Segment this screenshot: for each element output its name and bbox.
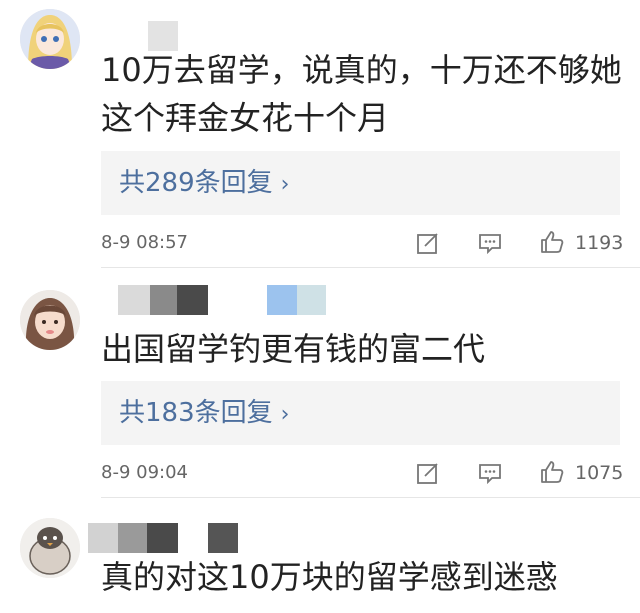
girl-photo-avatar-image (20, 290, 80, 350)
replies-label: 共289条回复 (119, 168, 273, 198)
comment-text: 10万去留学，说真的，十万还不够她这个拜金女花十个月 (101, 51, 622, 137)
badge-redacted (297, 285, 326, 315)
comment-2: 出国留学钓更有钱的富二代 共183条回复 › 8-9 09:04 1075 (0, 268, 640, 498)
edit-icon[interactable] (415, 460, 441, 486)
comment-text: 出国留学钓更有钱的富二代 (101, 330, 486, 368)
username-redacted[interactable] (118, 285, 150, 315)
username-redacted[interactable] (88, 523, 118, 553)
username-redacted[interactable] (208, 523, 238, 553)
comment-3: 真的对这10万块的留学感到迷惑 (0, 498, 640, 613)
username-redacted[interactable] (147, 523, 178, 553)
comment-1: 10万去留学，说真的，十万还不够她这个拜金女花十个月 共289条回复 › 8-9 … (0, 0, 640, 268)
comment-icon[interactable] (477, 460, 503, 486)
thumbs-up-icon[interactable] (539, 229, 565, 255)
view-replies-button[interactable]: 共183条回复 › (101, 381, 620, 445)
thumbs-up-icon[interactable] (539, 459, 565, 485)
comment-timestamp: 8-9 08:57 (101, 232, 188, 253)
avatar[interactable] (20, 9, 80, 69)
view-replies-button[interactable]: 共289条回复 › (101, 151, 620, 215)
avatar[interactable] (20, 290, 80, 350)
comment-icon[interactable] (477, 230, 503, 256)
like-count: 1075 (575, 462, 624, 484)
replies-label: 共183条回复 (119, 398, 273, 428)
comment-timestamp: 8-9 09:04 (101, 462, 188, 483)
chevron-right-icon: › (280, 172, 290, 197)
edit-icon[interactable] (415, 230, 441, 256)
username-redacted[interactable] (118, 523, 147, 553)
comment-text: 真的对这10万块的留学感到迷惑 (101, 558, 558, 596)
username-redacted[interactable] (177, 285, 208, 315)
avatar[interactable] (20, 518, 80, 578)
like-count: 1193 (575, 232, 624, 254)
username-redacted[interactable] (150, 285, 177, 315)
badge-redacted (267, 285, 297, 315)
penguin-avatar-image (20, 518, 80, 578)
chevron-right-icon: › (280, 402, 290, 427)
anime-girl-avatar-image (20, 9, 80, 69)
